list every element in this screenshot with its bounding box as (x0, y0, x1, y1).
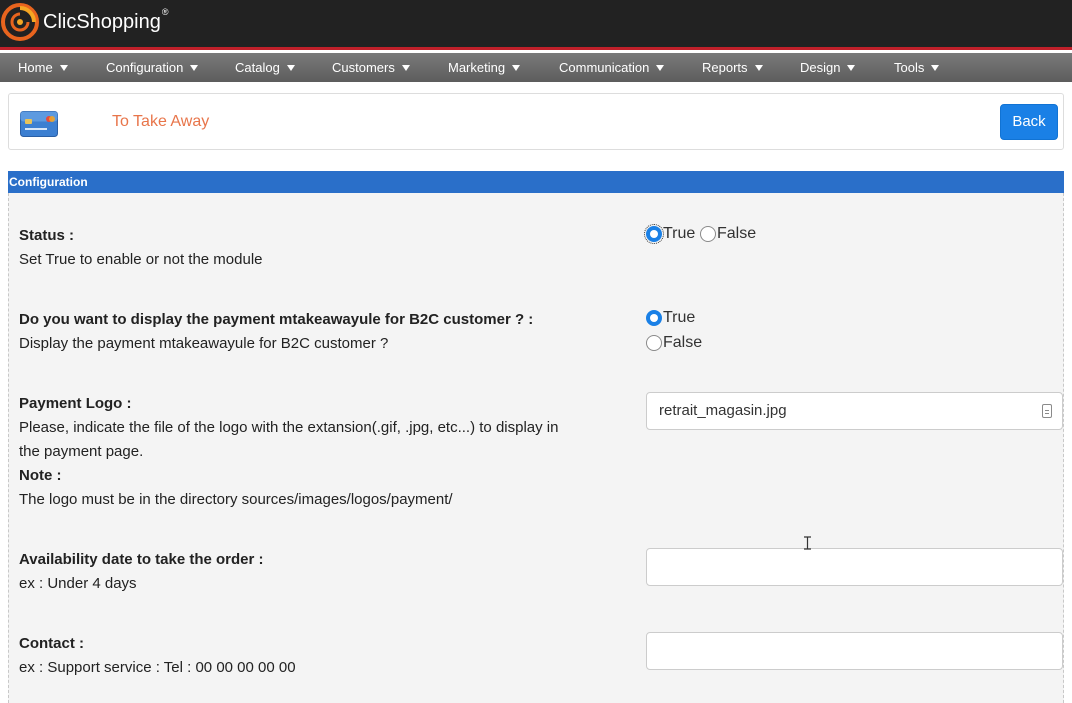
radio-checked-icon[interactable] (644, 224, 664, 244)
caret-down-icon (286, 65, 295, 71)
payment-logo-input[interactable]: retrait_magasin.jpg (646, 392, 1063, 430)
nav-item-label: Reports (702, 60, 748, 75)
radio-label: False (717, 225, 757, 242)
nav-item-label: Marketing (448, 60, 506, 75)
radio-unchecked-icon[interactable] (700, 226, 716, 242)
back-button[interactable]: Back (1000, 104, 1058, 140)
caret-down-icon (59, 65, 68, 71)
contact-input[interactable] (646, 632, 1063, 670)
nav-item-communication[interactable]: Communication (559, 53, 665, 82)
payment-logo-note-text: The logo must be in the directory source… (19, 491, 453, 508)
radio-label: True (663, 225, 696, 242)
nav-item-catalog[interactable]: Catalog (235, 53, 295, 82)
main-nav: Home Configuration Catalog Customers Mar… (0, 53, 1072, 82)
autofill-contact-icon[interactable] (1042, 404, 1052, 418)
nav-item-label: Tools (894, 60, 925, 75)
status-help: Set True to enable or not the module (19, 251, 263, 268)
b2c-setting: Do you want to display the payment mtake… (19, 308, 533, 356)
contact-label: Contact : (19, 635, 84, 652)
payment-logo-setting: Payment Logo : Please, indicate the file… (19, 392, 558, 512)
payment-logo-value: retrait_magasin.jpg (659, 402, 787, 419)
status-false-radio[interactable]: False (700, 225, 756, 243)
payment-logo-note-label: Note : (19, 467, 62, 484)
credit-card-icon (20, 111, 58, 137)
nav-item-label: Catalog (235, 60, 280, 75)
radio-unchecked-icon[interactable] (646, 335, 662, 351)
b2c-false-radio[interactable]: False (646, 334, 702, 352)
nav-item-label: Customers (332, 60, 395, 75)
nav-item-label: Design (800, 60, 841, 75)
payment-logo-help-line1: Please, indicate the file of the logo wi… (19, 419, 559, 436)
nav-item-design[interactable]: Design (800, 53, 856, 82)
caret-down-icon (512, 65, 521, 71)
availability-input[interactable] (646, 548, 1063, 586)
brand-registered-mark: ® (161, 7, 169, 17)
brand-logo[interactable]: ClicShopping ® (0, 2, 169, 42)
page-header: To Take Away Back (8, 93, 1064, 150)
availability-help: ex : Under 4 days (19, 575, 137, 592)
caret-down-icon (401, 65, 410, 71)
status-true-radio[interactable]: True (644, 224, 696, 244)
brand-name: ClicShopping (43, 10, 161, 33)
page-title: To Take Away (112, 113, 210, 130)
nav-item-tools[interactable]: Tools (894, 53, 940, 82)
radio-checked-icon[interactable] (646, 310, 662, 326)
caret-down-icon (931, 65, 940, 71)
contact-setting: Contact : ex : Support service : Tel : 0… (19, 632, 296, 680)
nav-item-label: Communication (559, 60, 650, 75)
availability-setting: Availability date to take the order : ex… (19, 548, 264, 596)
nav-item-marketing[interactable]: Marketing (448, 53, 521, 82)
nav-item-customers[interactable]: Customers (332, 53, 410, 82)
caret-down-icon (847, 65, 856, 71)
radio-label: True (663, 309, 696, 326)
top-bar: ClicShopping ® (0, 0, 1072, 50)
nav-item-configuration[interactable]: Configuration (106, 53, 199, 82)
caret-down-icon (754, 65, 763, 71)
b2c-true-radio[interactable]: True (646, 309, 695, 327)
section-title: Configuration (8, 171, 1064, 193)
b2c-help: Display the payment mtakeawayule for B2C… (19, 335, 389, 352)
status-setting: Status : Set True to enable or not the m… (19, 224, 263, 272)
payment-logo-help-line2: the payment page. (19, 443, 144, 460)
nav-item-label: Configuration (106, 60, 184, 75)
status-label: Status : (19, 227, 75, 244)
radio-label: False (663, 334, 703, 351)
availability-label: Availability date to take the order : (19, 551, 264, 568)
caret-down-icon (190, 65, 199, 71)
contact-help: ex : Support service : Tel : 00 00 00 00… (19, 659, 296, 676)
nav-item-label: Home (18, 60, 53, 75)
nav-item-reports[interactable]: Reports (702, 53, 763, 82)
b2c-label: Do you want to display the payment mtake… (19, 311, 534, 328)
nav-item-home[interactable]: Home (18, 53, 68, 82)
text-cursor-icon (804, 536, 811, 550)
caret-down-icon (656, 65, 665, 71)
brand-swirl-icon (1, 3, 39, 41)
payment-logo-label: Payment Logo : (19, 395, 132, 412)
